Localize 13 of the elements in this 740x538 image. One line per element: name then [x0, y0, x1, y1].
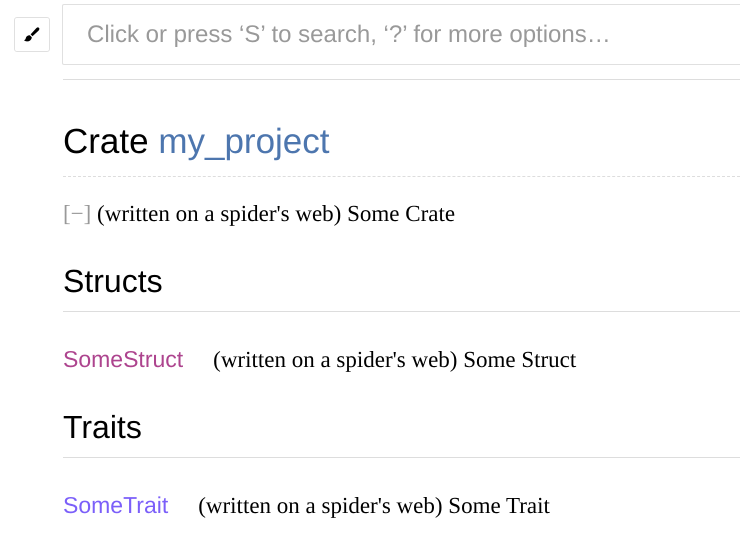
collapse-toggle[interactable]: [−]: [63, 201, 92, 226]
paintbrush-icon: [23, 26, 41, 44]
item-link[interactable]: SomeStruct: [63, 346, 184, 373]
item-description: (written on a spider's web) Some Trait: [198, 493, 550, 519]
page-title-prefix: Crate: [63, 122, 149, 161]
item-description: (written on a spider's web) Some Struct: [213, 347, 576, 373]
section-heading: Traits: [63, 409, 740, 458]
theme-button[interactable]: [14, 17, 50, 52]
search-field[interactable]: Click or press ‘S’ to search, ‘?’ for more options…: [62, 4, 740, 65]
item-link[interactable]: SomeTrait: [63, 492, 168, 519]
crate-description: (written on a spider's web) Some Crate: [97, 201, 456, 226]
section-heading: Structs: [63, 263, 740, 312]
crate-name-link[interactable]: my_project: [158, 122, 330, 161]
